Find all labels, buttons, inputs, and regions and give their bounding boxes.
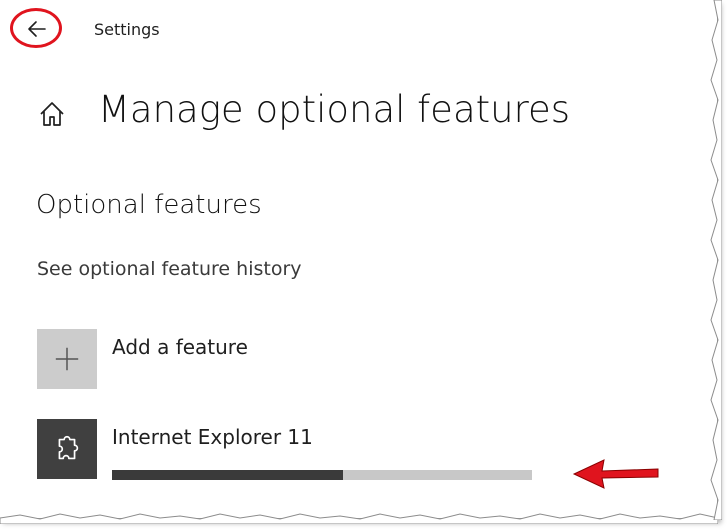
plus-icon [55, 347, 79, 371]
feature-item-internet-explorer[interactable]: Internet Explorer 11 [37, 419, 537, 481]
home-icon [40, 102, 64, 126]
feature-history-link[interactable]: See optional feature history [37, 258, 302, 280]
torn-edge-bottom [0, 513, 718, 524]
torn-edge-right [710, 0, 722, 520]
install-progress-bar [112, 470, 532, 480]
page-title: Manage optional features [98, 88, 571, 131]
annotation-arrow-icon [572, 459, 659, 489]
app-title: Settings [94, 20, 160, 39]
install-progress-fill [112, 470, 343, 480]
add-feature-label: Add a feature [112, 335, 248, 359]
feature-tile [37, 419, 97, 479]
add-feature-tile [37, 329, 97, 389]
puzzle-icon [58, 435, 79, 460]
settings-window: Settings Manage optional features Option… [0, 0, 718, 519]
back-button[interactable] [12, 10, 62, 48]
feature-label: Internet Explorer 11 [112, 425, 313, 449]
add-feature-button[interactable]: Add a feature [37, 329, 537, 391]
back-arrow-icon [28, 21, 46, 37]
title-bar: Settings [0, 0, 700, 58]
section-title: Optional features [36, 190, 262, 220]
